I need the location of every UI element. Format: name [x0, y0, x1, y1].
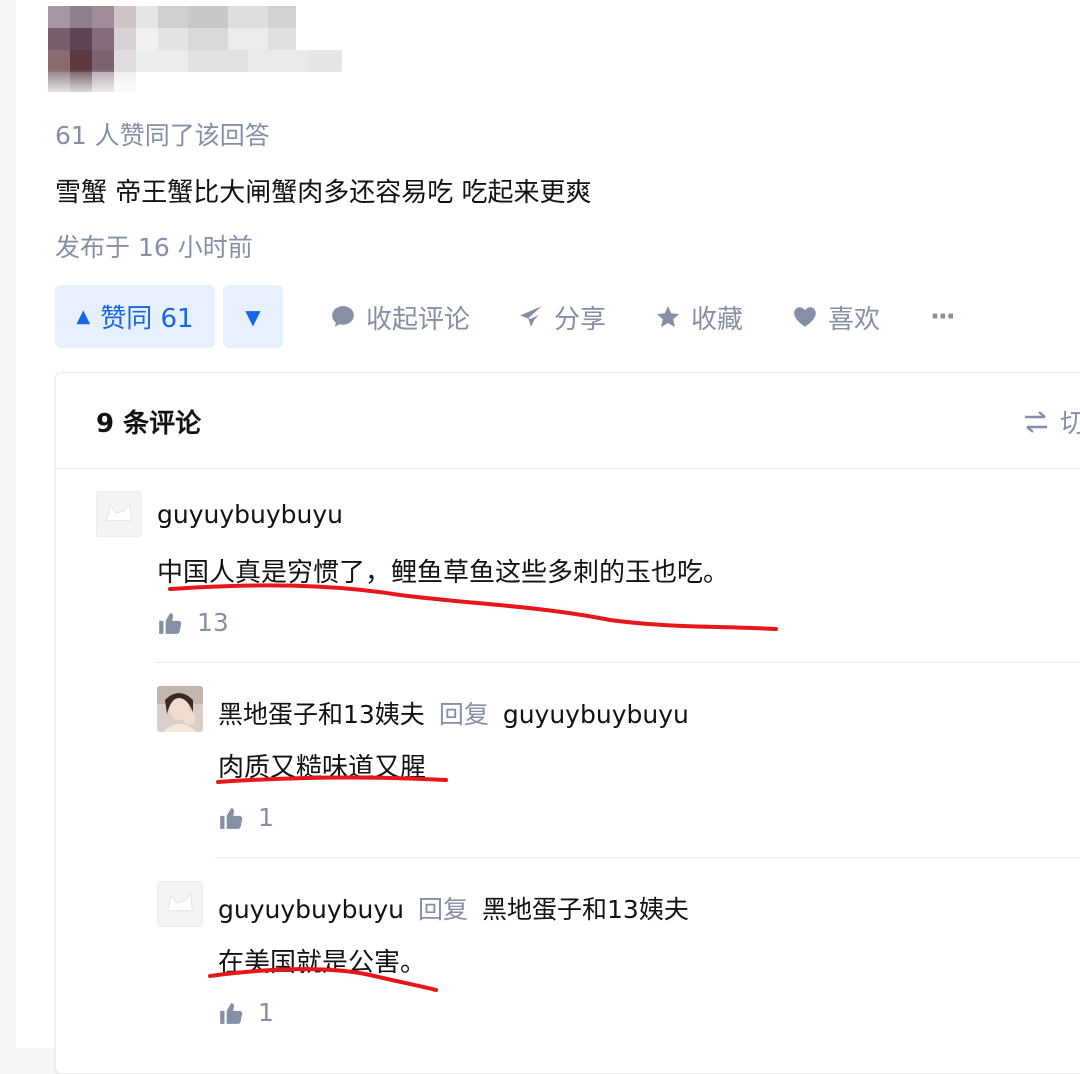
- reply-like-count: 1: [258, 803, 274, 832]
- thumbs-up-icon: [220, 1002, 243, 1024]
- heart-icon: [794, 307, 816, 327]
- triangle-down-icon: ▼: [245, 304, 261, 329]
- reply-word: 回复: [418, 895, 469, 924]
- swap-arrows-icon: [1025, 410, 1047, 433]
- collapse-comments-button[interactable]: 收起评论: [330, 297, 470, 337]
- thumbs-up-icon: [220, 807, 243, 829]
- triangle-up-icon: ▲: [76, 305, 91, 327]
- reply-text: 肉质又糙味道又腥: [218, 753, 427, 783]
- comment-divider: [155, 662, 1080, 663]
- upvote-count-meta: 61 人赞同了该回答: [55, 121, 270, 150]
- user-photo-avatar: [157, 686, 203, 732]
- reply-to-user[interactable]: 黑地蛋子和13姨夫: [482, 895, 689, 924]
- share-label: 分享: [554, 304, 607, 335]
- default-avatar-icon: [97, 492, 141, 536]
- upvote-button[interactable]: ▲ 赞同 61: [55, 285, 215, 348]
- switch-sort-label: 切: [1060, 409, 1080, 439]
- reply-author-line: guyuybuybuyu 回复 黑地蛋子和13姨夫: [218, 890, 689, 926]
- switch-sort-button[interactable]: 切: [1022, 403, 1080, 440]
- comment-author[interactable]: guyuybuybuyu: [157, 500, 343, 529]
- comment-text: 中国人真是穷惯了，鲤鱼草鱼这些多刺的玉也吃。: [157, 558, 730, 588]
- thumbs-up-icon: [159, 612, 182, 634]
- favorite-label: 收藏: [691, 304, 744, 335]
- favorite-button[interactable]: 收藏: [655, 297, 743, 337]
- reply-author-line: 黑地蛋子和13姨夫 回复 guyuybuybuyu: [218, 695, 689, 731]
- reply-author[interactable]: guyuybuybuyu: [218, 895, 404, 924]
- reply-divider: [215, 857, 1080, 858]
- share-button[interactable]: 分享: [518, 297, 606, 337]
- avatar[interactable]: [157, 686, 203, 732]
- comment-like-count: 13: [197, 608, 229, 637]
- comments-count: 9 条评论: [96, 409, 202, 439]
- more-options-button[interactable]: ···: [930, 297, 956, 337]
- reply-word: 回复: [438, 700, 489, 729]
- star-icon: [656, 306, 680, 327]
- like-label: 喜欢: [828, 304, 881, 335]
- publish-time[interactable]: 发布于 16 小时前: [55, 228, 253, 264]
- paper-plane-icon: [520, 306, 542, 327]
- downvote-button[interactable]: ▼: [223, 285, 283, 348]
- reply-like-count: 1: [258, 998, 274, 1027]
- upvote-label: 赞同 61: [100, 304, 194, 334]
- author-info-blurred: [48, 6, 348, 96]
- reply-author[interactable]: 黑地蛋子和13姨夫: [218, 700, 425, 729]
- reply-like-button[interactable]: 1: [218, 998, 274, 1027]
- more-dots-icon: ···: [930, 302, 956, 332]
- reply-text: 在美国就是公害。: [218, 948, 427, 978]
- answer-content: 雪蟹 帝王蟹比大闸蟹肉多还容易吃 吃起来更爽: [55, 178, 592, 208]
- comment-bubble-icon: [332, 306, 354, 327]
- collapse-comments-label: 收起评论: [366, 304, 471, 335]
- comment-like-button[interactable]: 13: [157, 608, 229, 637]
- avatar[interactable]: [96, 491, 142, 537]
- reply-to-user[interactable]: guyuybuybuyu: [503, 700, 689, 729]
- reply-like-button[interactable]: 1: [218, 803, 274, 832]
- comments-header: 9 条评论 切: [56, 373, 1080, 469]
- default-avatar-icon: [158, 882, 202, 926]
- avatar[interactable]: [157, 881, 203, 927]
- like-button[interactable]: 喜欢: [792, 297, 880, 337]
